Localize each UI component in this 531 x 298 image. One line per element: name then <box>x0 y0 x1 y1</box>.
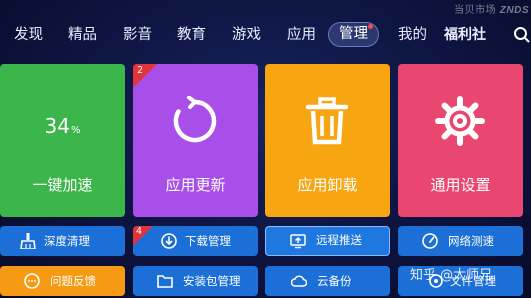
one-click-speedup-tile[interactable]: 34% 一键加速 <box>0 64 125 217</box>
feedback-button[interactable]: 问题反馈 <box>0 266 125 296</box>
gear-icon <box>435 96 485 146</box>
speedometer-icon <box>422 233 438 249</box>
brand-watermark: 当贝市场 ZNDS <box>454 1 529 16</box>
download-manager-button[interactable]: 4 下载管理 <box>133 226 258 256</box>
folder-icon <box>157 275 173 288</box>
network-speed-test-button[interactable]: 网络测速 <box>398 226 523 256</box>
cloud-backup-button[interactable]: 云备份 <box>265 266 390 296</box>
tab-education[interactable]: 教育 <box>177 22 206 48</box>
zhihu-watermark: 知乎 @大师兄 <box>410 268 493 283</box>
download-icon <box>161 233 177 249</box>
general-settings-tile[interactable]: 通用设置 <box>398 64 523 217</box>
tab-discover[interactable]: 发现 <box>14 22 43 48</box>
deep-clean-label: 深度清理 <box>44 234 90 248</box>
tab-media[interactable]: 影音 <box>123 22 152 48</box>
general-settings-label: 通用设置 <box>430 176 491 194</box>
speedup-label: 一键加速 <box>32 176 93 194</box>
feedback-label: 问题反馈 <box>50 274 96 288</box>
tab-welfare[interactable]: 福利社 <box>444 22 486 48</box>
download-manager-label: 下载管理 <box>185 234 231 248</box>
speedup-percent: 34% <box>44 114 81 138</box>
watermark-brand: ZNDS <box>499 5 529 16</box>
tab-mine[interactable]: 我的 <box>398 22 427 48</box>
tab-games[interactable]: 游戏 <box>232 22 261 48</box>
tab-featured[interactable]: 精品 <box>68 22 97 48</box>
download-count: 4 <box>136 226 143 237</box>
network-speed-label: 网络测速 <box>448 234 494 248</box>
tab-apps[interactable]: 应用 <box>287 22 316 48</box>
chat-bubble-icon <box>24 273 40 289</box>
refresh-icon <box>173 96 217 143</box>
package-manager-label: 安装包管理 <box>183 274 241 288</box>
notification-dot <box>368 24 373 29</box>
app-uninstall-tile[interactable]: 应用卸载 <box>265 64 390 217</box>
tab-manage-label: 管理 <box>339 26 368 42</box>
cloud-backup-label: 云备份 <box>317 274 352 288</box>
update-count: 2 <box>137 65 144 76</box>
package-manager-button[interactable]: 安装包管理 <box>133 266 258 296</box>
cloud-icon <box>291 275 307 287</box>
remote-push-label: 远程推送 <box>316 233 362 247</box>
trash-icon <box>305 97 349 145</box>
tab-manage[interactable]: 管理 <box>328 22 379 47</box>
app-uninstall-label: 应用卸载 <box>297 176 358 194</box>
app-update-label: 应用更新 <box>165 176 226 194</box>
remote-push-button[interactable]: 远程推送 <box>265 226 390 256</box>
broom-icon <box>20 233 36 249</box>
deep-clean-button[interactable]: 深度清理 <box>0 226 125 256</box>
screen-upload-icon <box>290 234 306 249</box>
top-nav: 发现 精品 影音 教育 游戏 应用 管理 我的 福利社 <box>0 22 531 48</box>
app-update-tile[interactable]: 2 应用更新 <box>133 64 258 217</box>
watermark-text: 当贝市场 <box>454 5 497 16</box>
search-icon[interactable] <box>513 26 531 44</box>
